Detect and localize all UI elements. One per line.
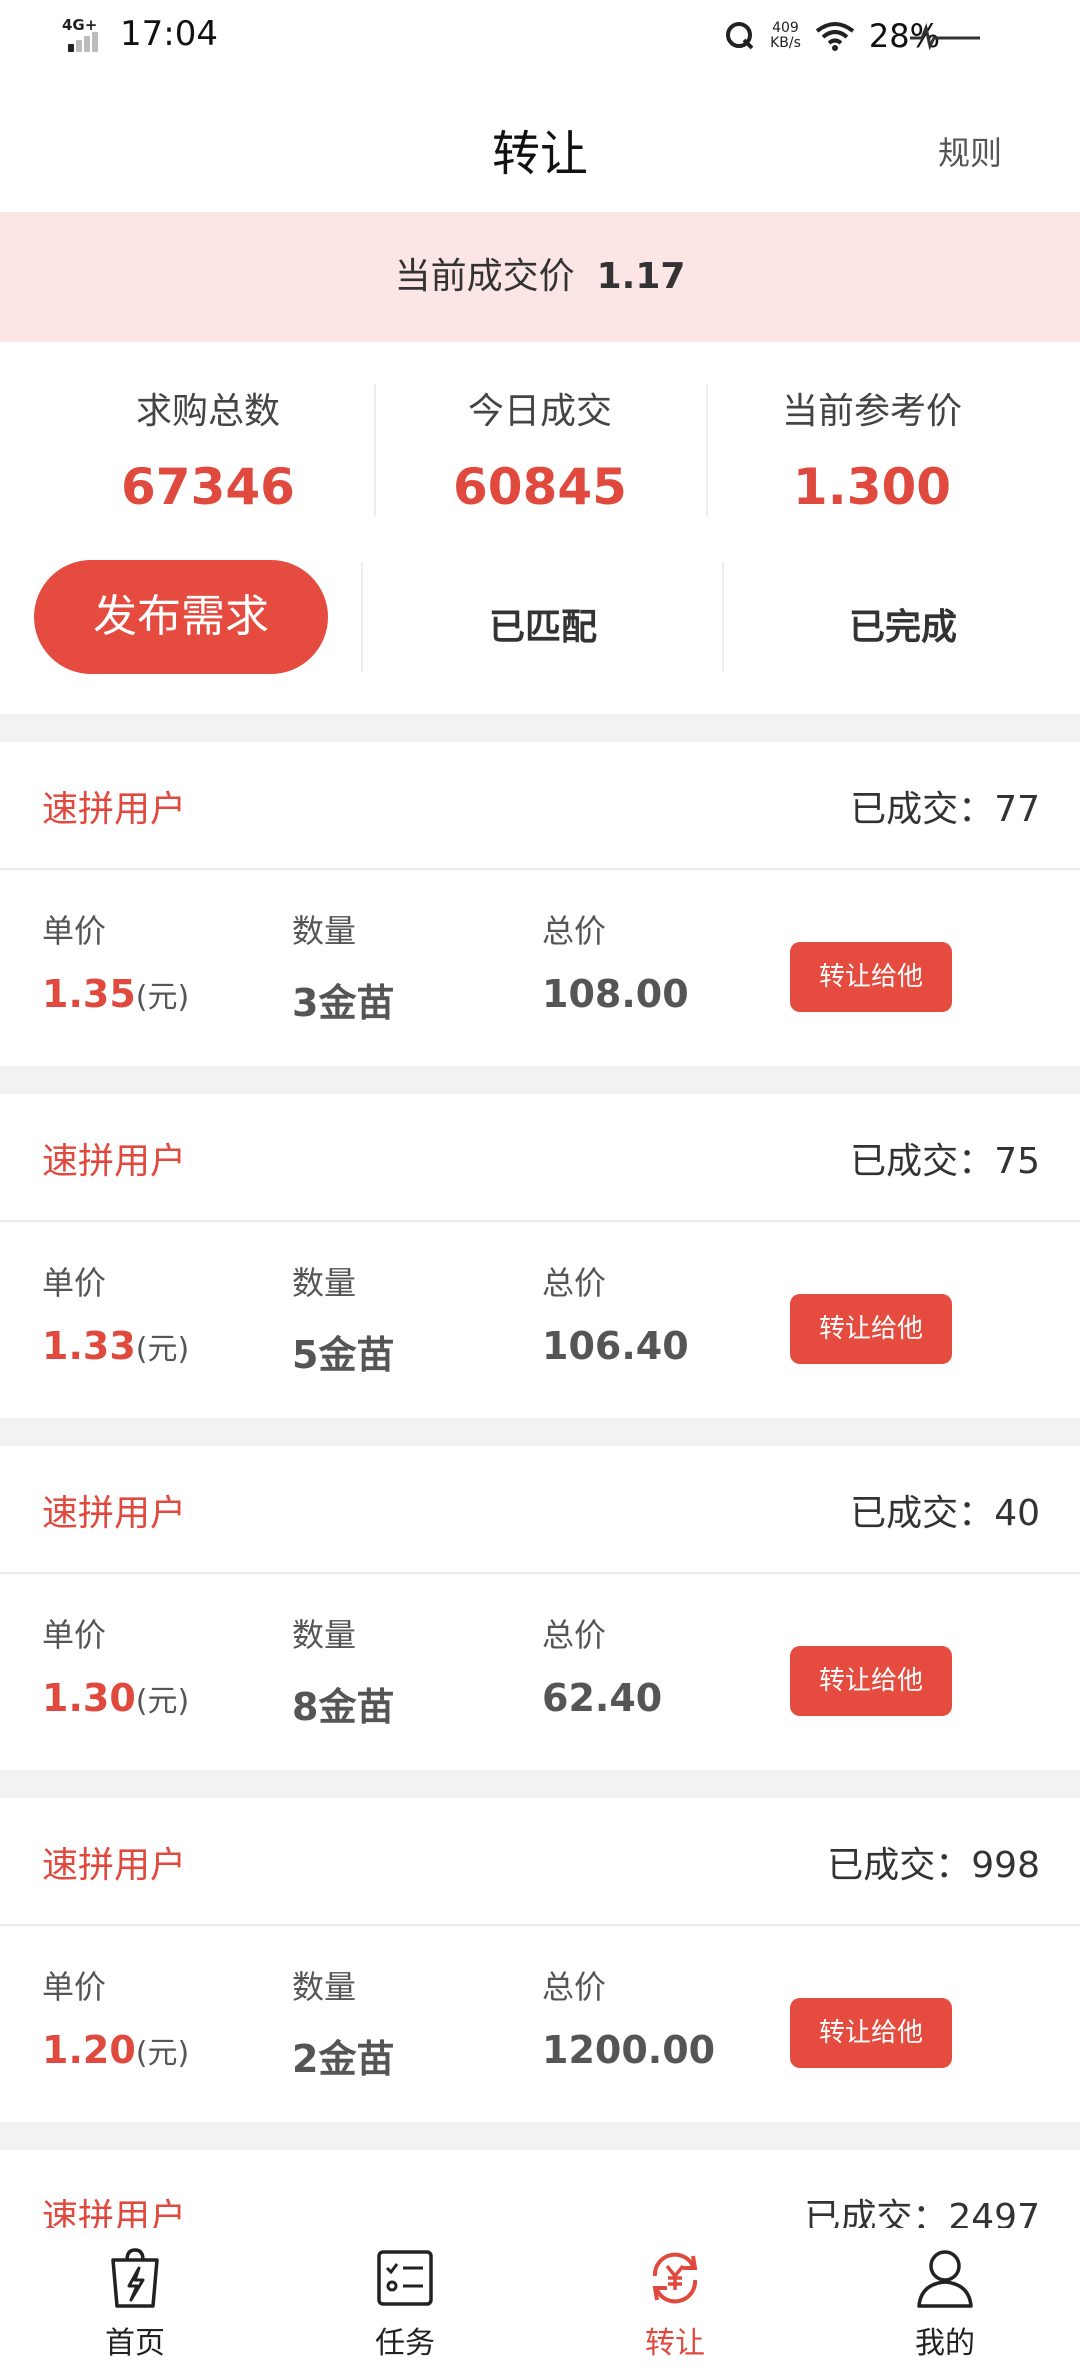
task-list-icon: [377, 2250, 433, 2306]
total-value: 1200.00: [542, 2028, 716, 2072]
nav-label: 首页: [105, 2326, 165, 2361]
unit-price-col: 单价 1.33(元): [42, 1264, 190, 1368]
tab-completed[interactable]: 已完成: [738, 598, 1068, 650]
wifi-icon: [815, 22, 855, 51]
nav-home[interactable]: 首页: [50, 2246, 220, 2362]
stat-reference-price: 当前参考价 1.300: [706, 382, 1038, 516]
cellular-signal-icon: 4G+: [62, 16, 110, 52]
tab-matched[interactable]: 已匹配: [378, 598, 708, 650]
nav-transfer[interactable]: 转让: [590, 2246, 760, 2362]
quantity-col: 数量 5金苗: [292, 1264, 395, 1377]
buyer-name: 速拼用户: [42, 1845, 187, 1886]
unit-price-col: 单价 1.30(元): [42, 1616, 190, 1720]
heartbeat-icon: [910, 22, 980, 50]
quantity-col: 数量 3金苗: [292, 912, 395, 1025]
nav-label: 任务: [375, 2326, 435, 2361]
current-price-label: 当前成交价: [394, 256, 575, 297]
unit-price-value: 1.20: [42, 2028, 136, 2072]
order-card-header: 速拼用户 已成交：998: [0, 1798, 1080, 1926]
clock: 17:04: [120, 14, 218, 54]
deals-count: 已成交：40: [850, 1493, 1040, 1534]
person-icon: [917, 2250, 973, 2308]
order-card: 速拼用户 已成交：40 单价 1.30(元) 数量 8金苗 总价 62.40 转…: [0, 1446, 1080, 1770]
bag-lightning-icon: [111, 2248, 159, 2308]
quantity-col: 数量 2金苗: [292, 1968, 395, 2081]
total-col: 总价 106.40: [542, 1264, 689, 1368]
total-value: 62.40: [542, 1676, 663, 1720]
deals-count: 已成交：77: [850, 789, 1040, 830]
current-price-banner: 当前成交价 1.17: [0, 212, 1080, 342]
nav-label: 我的: [915, 2326, 975, 2361]
transfer-to-him-button[interactable]: 转让给他: [790, 1294, 952, 1364]
quantity-value: 8金苗: [292, 1685, 395, 1729]
header: 转让 规则: [0, 70, 1080, 212]
nav-mine[interactable]: 我的: [860, 2246, 1030, 2362]
nav-label: 转让: [645, 2326, 705, 2361]
order-card-header: 速拼用户 已成交：75: [0, 1094, 1080, 1222]
order-card: 速拼用户 已成交：998 单价 1.20(元) 数量 2金苗 总价 1200.0…: [0, 1798, 1080, 2122]
stat-value: 60845: [453, 458, 627, 516]
transfer-to-him-button[interactable]: 转让给他: [790, 1998, 952, 2068]
deals-count: 已成交：998: [827, 1845, 1040, 1886]
quantity-col: 数量 8金苗: [292, 1616, 395, 1729]
transfer-to-him-button[interactable]: 转让给他: [790, 1646, 952, 1716]
order-card-header: 速拼用户 已成交：40: [0, 1446, 1080, 1574]
current-price-value: 1.17: [596, 256, 686, 297]
page-title: 转让: [491, 126, 588, 182]
stats-panel: 求购总数 67346 今日成交 60845 当前参考价 1.300 发布需求 已…: [0, 342, 1080, 714]
publish-demand-button[interactable]: 发布需求: [34, 560, 328, 674]
total-col: 总价 1200.00: [542, 1968, 716, 2072]
total-value: 106.40: [542, 1324, 689, 1368]
buyer-name: 速拼用户: [42, 1493, 187, 1534]
transfer-to-him-button[interactable]: 转让给他: [790, 942, 952, 1012]
quantity-value: 3金苗: [292, 981, 395, 1025]
total-col: 总价 62.40: [542, 1616, 663, 1720]
rules-link[interactable]: 规则: [938, 128, 1002, 174]
buyer-name: 速拼用户: [42, 789, 187, 830]
buyer-name: 速拼用户: [42, 1141, 187, 1182]
nav-tasks[interactable]: 任务: [320, 2246, 490, 2362]
stat-total-demand: 求购总数 67346: [42, 382, 374, 516]
total-value: 108.00: [542, 972, 689, 1016]
stat-today-deals: 今日成交 60845: [374, 382, 706, 516]
unit-price-value: 1.35: [42, 972, 136, 1016]
quantity-value: 5金苗: [292, 1333, 395, 1377]
deals-count: 已成交：75: [850, 1141, 1040, 1182]
stat-label: 求购总数: [135, 391, 280, 432]
network-speed: 409 KB/s: [770, 20, 801, 51]
order-card: 速拼用户 已成交：75 单价 1.33(元) 数量 5金苗 总价 106.40 …: [0, 1094, 1080, 1418]
total-col: 总价 108.00: [542, 912, 689, 1016]
order-card-header: 速拼用户 已成交：77: [0, 742, 1080, 870]
yen-exchange-icon: [652, 2252, 698, 2304]
unit-price-col: 单价 1.35(元): [42, 912, 190, 1016]
order-card: 速拼用户 已成交：77 单价 1.35(元) 数量 3金苗 总价 108.00 …: [0, 742, 1080, 1066]
unit-price-value: 1.30: [42, 1676, 136, 1720]
unit-price-col: 单价 1.20(元): [42, 1968, 190, 2072]
stat-value: 67346: [121, 458, 295, 516]
stat-label: 今日成交: [467, 391, 612, 432]
divider: [722, 562, 724, 672]
bottom-nav: 首页 任务 转让 我的: [0, 2228, 1080, 2380]
quantity-value: 2金苗: [292, 2037, 395, 2081]
stat-value: 1.300: [792, 458, 952, 516]
unit-price-value: 1.33: [42, 1324, 136, 1368]
data-saver-icon: [726, 22, 754, 50]
stat-label: 当前参考价: [781, 391, 962, 432]
divider: [361, 562, 363, 672]
status-bar: 4G+ 17:04 409 KB/s 28%: [0, 0, 1080, 70]
